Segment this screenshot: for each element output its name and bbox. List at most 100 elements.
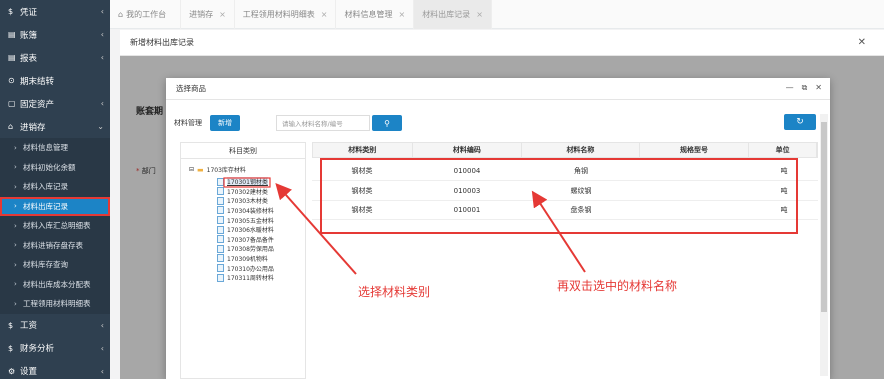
tab-bar: ⌂ 我的工作台 进销存 × 工程领用材料明细表 × 材料信息管理 × 材料出库记录 × xyxy=(110,0,884,29)
close-icon[interactable]: ✕ xyxy=(858,37,866,48)
sidebar-icon: ▤ xyxy=(8,30,16,39)
tree-node[interactable]: 170309机物料 xyxy=(217,254,268,263)
chevron-right-icon: › xyxy=(14,280,17,289)
tree-node[interactable]: 170306水暖材料 xyxy=(217,225,274,234)
tree-node[interactable]: 170311周转材料 xyxy=(217,273,274,282)
sidebar-item[interactable]: $ 工资 ‹ xyxy=(0,314,110,337)
chevron-icon: ‹ xyxy=(100,53,104,62)
tab-label: 材料出库记录 xyxy=(422,9,471,19)
sidebar-subitem[interactable]: › 材料出库记录 xyxy=(0,196,110,216)
tab[interactable]: 工程领用材料明细表 × xyxy=(235,0,337,29)
sidebar-item[interactable]: $ 凭证 ‹ xyxy=(0,0,110,23)
sidebar-item[interactable]: ▤ 账簿 ‹ xyxy=(0,23,110,46)
sidebar-subitem[interactable]: › 材料初始化余额 xyxy=(0,158,110,178)
sidebar-subitem-label: 材料出库记录 xyxy=(23,201,68,211)
sidebar-item[interactable]: ▢ 固定资产 ‹ xyxy=(0,92,110,115)
table-cell: 钢材类 xyxy=(351,206,373,214)
tab-label: 进销存 xyxy=(189,9,214,19)
search-button[interactable]: ⚲ xyxy=(372,115,402,131)
tree-root[interactable]: ⊟ ▬ 1703库存材料 xyxy=(189,165,246,175)
document-icon xyxy=(217,244,224,253)
table-row[interactable]: 钢材类 010004 角钢 吨 xyxy=(312,162,818,181)
tab-label: 工程领用材料明细表 xyxy=(242,9,315,19)
close-icon[interactable]: × xyxy=(476,10,483,19)
tree-node[interactable]: 170301钢材类 xyxy=(217,177,268,187)
tree-node[interactable]: 170305五金材料 xyxy=(217,215,274,225)
home-icon: ⌂ xyxy=(118,9,124,19)
chevron-icon: ‹ xyxy=(100,343,104,353)
document-icon xyxy=(217,235,224,244)
sidebar-subitem[interactable]: › 工程领用材料明细表 xyxy=(0,294,110,314)
column-header[interactable]: 材料名称 xyxy=(522,143,640,157)
tab[interactable]: 材料出库记录 × xyxy=(414,0,492,29)
search-input[interactable]: 请输入材料名称/编号 xyxy=(276,115,370,131)
table-cell: 吨 xyxy=(780,186,788,195)
column-header[interactable]: 材料类别 xyxy=(313,143,413,157)
tree-node[interactable]: 170307备品备件 xyxy=(217,235,274,244)
document-icon xyxy=(217,206,224,215)
minimize-icon[interactable]: — xyxy=(786,83,794,93)
sidebar-item-label: 报表 xyxy=(20,53,38,64)
new-button[interactable]: 新增 xyxy=(210,115,240,131)
refresh-button[interactable]: ↻ xyxy=(784,114,816,130)
annotation-select-category: 选择材料类别 xyxy=(358,285,431,299)
sidebar-subitem[interactable]: › 材料进销存盘存表 xyxy=(0,236,110,256)
tab[interactable]: 进销存 × xyxy=(181,0,235,29)
close-icon[interactable]: ✕ xyxy=(815,83,822,93)
tree-node[interactable]: 170308劳保用品 xyxy=(217,244,274,253)
sidebar-submenu: › 材料信息管理 › 材料初始化余额 › 材料入库记录 › 材料出库记录 › 材料入库汇总明细表 ›… xyxy=(0,138,110,314)
sidebar-subitem[interactable]: › 材料入库汇总明细表 xyxy=(0,216,110,236)
tree-node-label: 170307备品备件 xyxy=(227,236,274,244)
document-icon xyxy=(217,254,224,263)
sidebar-item[interactable]: $ 财务分析 ‹ xyxy=(0,337,110,360)
chevron-right-icon: › xyxy=(14,202,17,211)
scrollbar-thumb[interactable] xyxy=(821,122,827,312)
expand-icon[interactable]: ⊟ xyxy=(189,166,194,173)
sidebar-icon: ⊙ xyxy=(8,76,15,85)
table-row[interactable]: 钢材类 010003 螺纹钢 吨 xyxy=(312,182,818,201)
sidebar-icon: ⌂ xyxy=(8,122,14,131)
tree-header: 科目类别 xyxy=(181,143,305,159)
tree-node[interactable]: 170302建材类 xyxy=(217,187,268,196)
tab[interactable]: ⌂ 我的工作台 xyxy=(110,0,182,29)
document-icon xyxy=(217,225,224,234)
tree-node[interactable]: 170310办公用品 xyxy=(217,263,274,273)
tree-node-label: 170308劳保用品 xyxy=(227,246,274,254)
column-header[interactable]: 材料编码 xyxy=(413,143,523,157)
table-cell: 010001 xyxy=(453,206,481,214)
tree-node-label: 170303木材类 xyxy=(227,198,268,206)
chevron-icon: ‹ xyxy=(100,320,104,330)
table-row[interactable]: 钢材类 010001 盘条钢 吨 xyxy=(312,201,818,220)
tab[interactable]: 材料信息管理 × xyxy=(336,0,415,29)
sidebar-subitem[interactable]: › 材料出库成本分配表 xyxy=(0,275,110,295)
document-icon xyxy=(217,187,224,196)
sidebar-item[interactable]: ⚙ 设置 ‹ xyxy=(0,360,110,379)
maximize-icon[interactable]: ⧉ xyxy=(802,83,808,93)
sidebar-subitem[interactable]: › 材料入库记录 xyxy=(0,177,110,197)
sidebar-item[interactable]: ⌂ 进销存 ⌄ xyxy=(0,115,110,138)
tree-node[interactable]: 170304装修材料 xyxy=(217,206,274,215)
sidebar-item[interactable]: ⊙ 期末结转 xyxy=(0,69,110,92)
tree-node[interactable]: 170303木材类 xyxy=(217,196,268,205)
close-icon[interactable]: × xyxy=(321,10,328,19)
sidebar-subitem-label: 材料初始化余额 xyxy=(23,162,76,172)
search-icon: ⚲ xyxy=(384,118,390,128)
sidebar: $ 凭证 ‹ ▤ 账簿 ‹ ▤ 报表 ‹ ⊙ 期末结转 ▢ 固定资产 ‹ ⌂ 进销存 ⌄ › 材料信息管理 › 材料初… xyxy=(0,0,110,379)
select-item-dialog: 选择商品 — ⧉ ✕ 材料管理 新增 请输入材料名称/编号 ⚲ ↻ 科目类别 ⊟… xyxy=(166,78,830,379)
sidebar-item-label: 财务分析 xyxy=(20,344,55,354)
sidebar-subitem[interactable]: › 材料库存查询 xyxy=(0,255,110,275)
sidebar-subitem-label: 材料信息管理 xyxy=(23,143,68,153)
table-cell xyxy=(640,162,750,180)
dialog-scrollbar[interactable] xyxy=(820,114,828,376)
sidebar-subitem[interactable]: › 材料信息管理 xyxy=(0,138,110,158)
column-header[interactable]: 规格型号 xyxy=(640,143,750,157)
tab-label: 材料信息管理 xyxy=(344,9,393,19)
close-icon[interactable]: × xyxy=(398,10,405,19)
sidebar-subitem-label: 工程领用材料明细表 xyxy=(23,299,91,309)
close-icon[interactable]: × xyxy=(219,10,226,19)
sidebar-subitem-label: 材料进销存盘存表 xyxy=(23,240,83,250)
grid-header: 材料类别 材料编码 材料名称 规格型号 单位 xyxy=(312,142,818,158)
column-header[interactable]: 单位 xyxy=(749,143,817,157)
sidebar-item[interactable]: ▤ 报表 ‹ xyxy=(0,46,110,69)
table-cell: 吨 xyxy=(780,167,788,175)
